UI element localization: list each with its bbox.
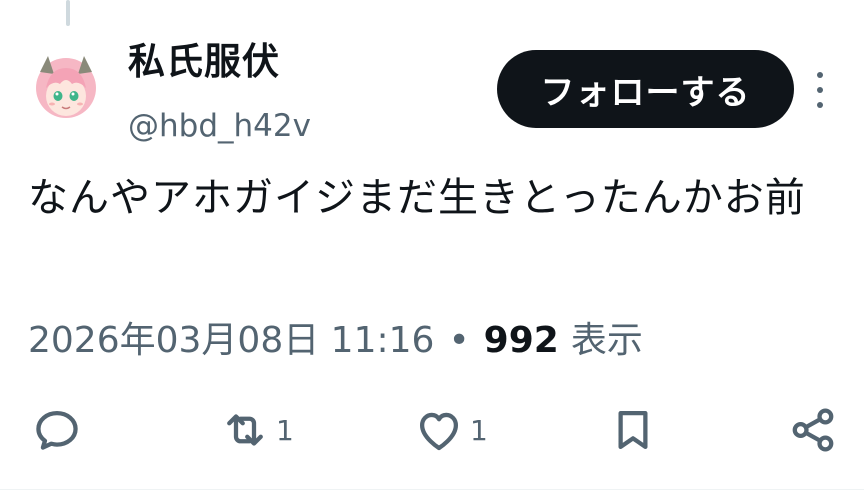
more-dot bbox=[817, 72, 823, 78]
bottom-divider bbox=[0, 489, 864, 490]
reply-button[interactable] bbox=[30, 398, 88, 462]
bookmark-button[interactable] bbox=[606, 398, 660, 462]
share-icon bbox=[792, 408, 834, 452]
view-count: 992 bbox=[483, 320, 559, 361]
reply-icon bbox=[36, 410, 78, 450]
avatar-illustration bbox=[26, 46, 106, 126]
action-bar: 1 1 bbox=[0, 398, 864, 462]
meta-separator: • bbox=[448, 320, 470, 361]
post-meta: 2026年03月08日 11:16 • 992 表示 bbox=[28, 317, 643, 365]
post-timestamp[interactable]: 2026年03月08日 11:16 bbox=[28, 317, 434, 365]
more-dot bbox=[817, 87, 823, 93]
repost-button[interactable]: 1 bbox=[218, 398, 294, 462]
like-button[interactable]: 1 bbox=[412, 398, 488, 462]
repost-icon bbox=[227, 414, 263, 446]
post-text: なんやアホガイジまだ生きとったんかお前 bbox=[28, 175, 806, 221]
more-options-icon[interactable] bbox=[808, 72, 832, 108]
repost-count: 1 bbox=[276, 413, 294, 447]
author-handle[interactable]: @hbd_h42v bbox=[128, 106, 311, 146]
view-label: 表示 bbox=[570, 320, 643, 361]
like-count: 1 bbox=[470, 413, 488, 447]
more-dot bbox=[817, 102, 823, 108]
post-detail: 私氏服伏 @hbd_h42v フォローする なんやアホガイジまだ生きとったんかお… bbox=[0, 0, 864, 495]
heart-icon bbox=[419, 412, 459, 451]
author-display-name[interactable]: 私氏服伏 bbox=[128, 38, 280, 86]
bookmark-icon bbox=[618, 410, 648, 450]
thread-connector-line bbox=[66, 0, 70, 26]
share-button[interactable] bbox=[786, 398, 840, 462]
follow-button[interactable]: フォローする bbox=[497, 50, 794, 128]
avatar[interactable] bbox=[26, 46, 106, 126]
